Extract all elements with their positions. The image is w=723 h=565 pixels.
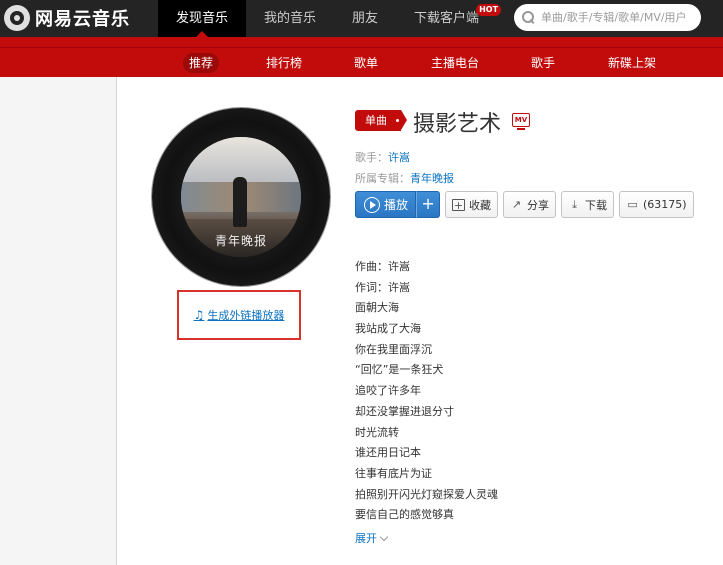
nav-friends[interactable]: 朋友 (334, 0, 396, 37)
album-link[interactable]: 青年晚报 (410, 172, 454, 185)
share-button[interactable]: ↗ 分享 (503, 191, 557, 218)
singer-line: 歌手：许嵩 (355, 149, 410, 165)
search-input[interactable] (541, 11, 691, 24)
lyric-line: 追咬了许多年 (355, 384, 421, 398)
lyric-line: 作曲：许嵩 (355, 260, 410, 273)
nav-label: 朋友 (352, 11, 379, 26)
comments-button[interactable]: ▭ (63175) (619, 191, 694, 218)
music-note-icon: ♫ (193, 308, 205, 322)
subnav-playlists[interactable]: 歌单 (348, 48, 384, 78)
collect-button[interactable]: + 收藏 (445, 191, 499, 218)
expand-lyrics-link[interactable]: 展开 (355, 530, 389, 546)
play-button[interactable]: 播放 (355, 191, 417, 218)
logo[interactable]: 网易云音乐 (4, 5, 130, 31)
lyric-line: 你在我里面浮沉 (355, 342, 432, 356)
cover-text: 青年晚报 (214, 234, 267, 248)
share-icon: ↗ (511, 197, 522, 211)
mv-icon[interactable]: MV (512, 113, 530, 130)
lyric-line: 却还没掌握进退分寸 (355, 404, 454, 418)
nav-discover-music[interactable]: 发现音乐 (158, 0, 247, 37)
nav-my-music[interactable]: 我的音乐 (246, 0, 334, 37)
hot-badge: HOT (476, 4, 502, 16)
nav-download-client[interactable]: 下载客户端 HOT (396, 0, 502, 37)
lyric-line: 要信自己的感觉够真 (355, 508, 454, 522)
album-label: 所属专辑： (355, 172, 410, 185)
album-cover[interactable]: 青年晚报 (181, 137, 301, 257)
external-player-highlight: ♫ 生成外链播放器 (177, 290, 301, 340)
nav-label: 下载客户端 (414, 11, 480, 26)
single-badge: 单曲 (355, 110, 407, 131)
subnav-recommend[interactable]: 推荐 (183, 53, 220, 73)
download-icon: ⤓ (572, 197, 577, 211)
comment-icon: ▭ (627, 197, 638, 211)
app-name: 网易云音乐 (35, 9, 130, 30)
search-box[interactable] (514, 4, 701, 31)
lyric-line: “回忆”是一条狂犬 (355, 363, 444, 377)
nav-label: 我的音乐 (264, 11, 317, 26)
left-panel (0, 77, 117, 565)
top-nav: 发现音乐 我的音乐 朋友 下载客户端 HOT (158, 0, 502, 37)
collect-label: 收藏 (469, 198, 492, 212)
play-label: 播放 (384, 198, 409, 212)
subnav-artists[interactable]: 歌手 (525, 48, 561, 78)
subnav-charts[interactable]: 排行榜 (260, 48, 308, 78)
action-bar: 播放 + + 收藏 ↗ 分享 ⤓ 下载 ▭ (63175) (355, 191, 699, 218)
expand-label: 展开 (355, 532, 377, 545)
lyric-line: 我站成了大海 (355, 322, 421, 336)
lyric-line: 谁还用日记本 (355, 446, 421, 460)
lyric-line: 作词：许嵩 (355, 280, 410, 294)
singer-link[interactable]: 许嵩 (388, 151, 410, 164)
collect-icon: + (452, 198, 466, 212)
add-to-playlist-button[interactable]: + (416, 191, 441, 218)
lyric-line: 拍照别开闪光灯窥探爱人灵魂 (355, 487, 498, 501)
lyric-line: 往事有底片为证 (355, 466, 432, 480)
netease-music-logo-icon (4, 5, 30, 31)
lyric-line: 面朝大海 (355, 301, 399, 315)
lyric-line: 时光流转 (355, 425, 399, 439)
lyrics: 作曲：许嵩 作词：许嵩 面朝大海 我站成了大海 你在我里面浮沉 “回忆”是一条狂… (355, 257, 498, 526)
sub-nav: 推荐 排行榜 歌单 主播电台 歌手 新碟上架 (0, 47, 723, 77)
song-title: 摄影艺术 (413, 112, 502, 137)
singer-label: 歌手： (355, 151, 388, 164)
player-link-label: 生成外链播放器 (207, 309, 285, 322)
share-label: 分享 (527, 198, 550, 212)
chevron-down-icon (379, 532, 389, 541)
generate-external-player-link[interactable]: ♫ 生成外链播放器 (194, 307, 285, 323)
cover-figure (233, 177, 247, 227)
play-icon (364, 196, 380, 213)
top-bar: 网易云音乐 发现音乐 我的音乐 朋友 下载客户端 HOT (0, 0, 723, 37)
nav-label: 发现音乐 (176, 11, 229, 26)
search-icon (522, 11, 535, 24)
download-label: 下载 (585, 198, 608, 212)
subnav-new-albums[interactable]: 新碟上架 (602, 48, 662, 78)
nav-divider (0, 37, 723, 47)
subnav-radio[interactable]: 主播电台 (425, 48, 485, 78)
album-line: 所属专辑：青年晚报 (355, 170, 454, 186)
download-button[interactable]: ⤓ 下载 (561, 191, 615, 218)
comments-count: (63175) (643, 198, 687, 211)
